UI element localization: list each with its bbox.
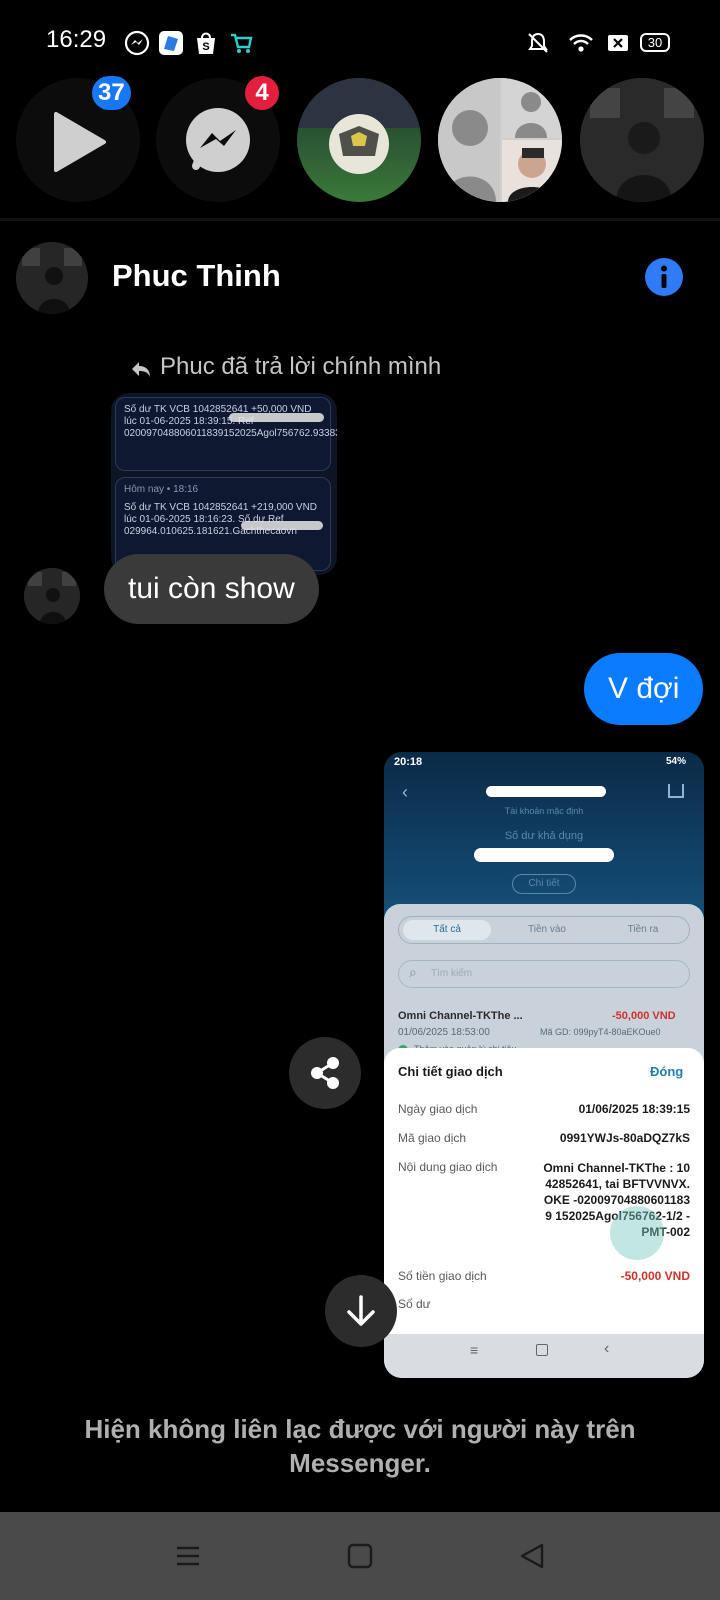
screenshot-tab-in: Tiền vào	[528, 924, 566, 935]
screenshot-battery: 54%	[666, 756, 687, 767]
redaction-mark	[474, 848, 614, 862]
screenshot-detail-panel: Chi tiết giao dịch Đóng Ngày giao dịch 0…	[384, 1048, 704, 1334]
badge-count-play: 37	[92, 76, 131, 110]
detail-label-balance: Số dư	[398, 1297, 431, 1311]
screenshot-home-icon	[668, 784, 684, 798]
status-time: 16:29	[46, 26, 107, 53]
sheet-top-edge	[0, 218, 720, 221]
screenshot-nav-home-icon	[536, 1344, 548, 1356]
quoted-card-2-text: Số dư TK VCB 1042852641 +219,000 VND lúc…	[124, 502, 318, 537]
share-button[interactable]	[289, 1037, 361, 1109]
reply-note: Phuc đã trả lời chính mình	[160, 353, 442, 380]
screenshot-search-icon: ⌕	[409, 964, 417, 980]
messenger-icon	[124, 30, 150, 56]
touch-indicator	[610, 1206, 664, 1260]
svg-text:S: S	[202, 41, 209, 53]
badge-count-messenger: 4	[245, 76, 279, 110]
person-photo	[580, 78, 704, 202]
screenshot-tab-all: Tất cả	[403, 920, 491, 940]
screenshot-time: 20:18	[394, 756, 423, 768]
screenshot-tx-amount: -50,000 VND	[612, 1010, 676, 1022]
redaction-mark	[229, 413, 324, 422]
status-bar: 16:29 S 30	[0, 0, 720, 80]
battery-level: 30	[647, 35, 663, 50]
detail-label-content: Nội dung giao dịch	[398, 1160, 498, 1174]
soccer-ball-photo	[297, 78, 421, 174]
shared-screenshot[interactable]: 20:18 54% ‹ Tài khoản mặc định Số dư khả…	[384, 752, 704, 1378]
quoted-card-1: Số dư TK VCB 1042852641 +50,000 VND lúc …	[115, 397, 337, 471]
mute-icon	[528, 32, 548, 53]
screenshot-search-placeholder: Tìm kiếm	[431, 968, 473, 979]
info-icon	[661, 265, 667, 288]
avatar-photo	[16, 242, 88, 314]
screenshot-nav-back-icon: ‹	[604, 1340, 610, 1357]
chat-head-soccer[interactable]	[297, 78, 421, 202]
scroll-to-bottom-button[interactable]	[325, 1275, 397, 1347]
detail-value-code: 0991YWJs-80aDQZ7kS	[559, 1131, 690, 1145]
screenshot-sub1: Tài khoản mặc định	[504, 806, 584, 816]
sender-avatar-photo	[24, 568, 80, 624]
screenshot-back-icon: ‹	[402, 782, 408, 802]
quoted-card-2-header: Hôm nay • 18:16	[124, 484, 199, 495]
shopee-icon: S	[197, 32, 215, 54]
redaction-mark	[241, 521, 323, 530]
outgoing-message-bubble[interactable]: V đợi	[584, 653, 704, 725]
screenshot-search: ⌕ Tìm kiếm	[398, 960, 690, 988]
detail-value-amount: -50,000 VND	[620, 1269, 690, 1283]
back-icon[interactable]	[518, 1542, 546, 1570]
screenshot-sub2: Số dư khả dụng	[504, 830, 584, 842]
screenshot-tab-out: Tiền ra	[627, 924, 659, 935]
cart-icon	[231, 33, 253, 53]
redaction-mark	[486, 786, 606, 797]
sim-icon	[608, 35, 628, 51]
share-icon	[311, 1057, 339, 1089]
detail-value-date: 01/06/2025 18:39:15	[578, 1102, 690, 1116]
group-avatar-icon	[438, 78, 562, 202]
screenshot-nav-bar: ≡ ‹	[384, 1334, 704, 1378]
chat-head-person[interactable]	[580, 78, 704, 202]
detail-label-code: Mã giao dịch	[398, 1131, 467, 1145]
incoming-message-bubble[interactable]: tui còn show	[104, 554, 319, 624]
menu-icon[interactable]	[174, 1542, 202, 1570]
screenshot-nav-menu-icon: ≡	[470, 1342, 479, 1358]
detail-label-amount: Số tiền giao dịch	[398, 1269, 487, 1283]
conversation-avatar[interactable]	[16, 242, 88, 314]
system-nav-bar	[0, 1512, 720, 1600]
chat-heads-row: 37 4	[0, 76, 720, 202]
quoted-message-image[interactable]: Số dư TK VCB 1042852641 +50,000 VND lúc …	[111, 393, 337, 575]
detail-panel-title: Chi tiết giao dịch	[398, 1064, 503, 1079]
battery-indicator: 30	[640, 33, 670, 52]
unreachable-notice: Hiện không liên lạc được với người này t…	[84, 1414, 636, 1478]
chat-head-group[interactable]	[438, 78, 562, 202]
info-button[interactable]	[645, 258, 683, 296]
conversation-name[interactable]: Phuc Thinh	[112, 258, 281, 294]
home-icon[interactable]	[346, 1542, 374, 1570]
wifi-icon	[569, 34, 593, 52]
reply-icon	[130, 358, 152, 380]
screenshot-tabs: Tất cả Tiền vào Tiền ra	[398, 916, 690, 944]
detail-label-date: Ngày giao dịch	[398, 1102, 478, 1116]
screenshot-detail-button: Chi tiết	[512, 874, 576, 894]
detail-panel-close: Đóng	[650, 1064, 684, 1079]
sender-avatar[interactable]	[24, 568, 80, 624]
screenshot-tx-code: Mã GD: 099pyT4-80aEKOue0	[540, 1027, 661, 1037]
screenshot-tx-date: 01/06/2025 18:53:00	[398, 1027, 490, 1038]
screenshot-tx-title: Omni Channel-TKThe ...	[398, 1010, 523, 1022]
arrow-down-icon	[347, 1295, 375, 1326]
app-icon	[159, 31, 183, 55]
